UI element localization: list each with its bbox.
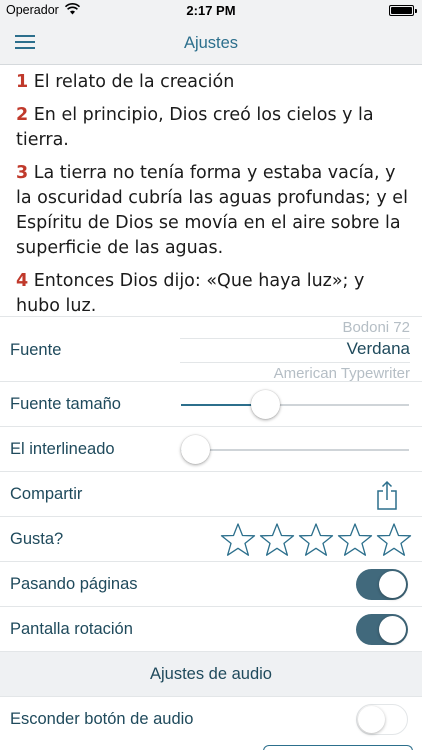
font-option[interactable]: Bodoni 72 (342, 319, 410, 336)
star-outline-icon[interactable] (220, 522, 256, 558)
hide-audio-toggle[interactable] (356, 704, 408, 735)
toggle-knob (358, 706, 385, 733)
verse: 2 En el principio, Dios creó los cielos … (16, 103, 412, 153)
navigation-bar: Ajustes (0, 20, 422, 65)
battery-icon (389, 5, 417, 16)
verse: 1 El relato de la creación (16, 70, 412, 95)
verse-text: El relato de la creación (28, 72, 235, 92)
font-option[interactable]: American Typewriter (274, 365, 410, 382)
verse-text: Entonces Dios dijo: «Que haya luz»; y hu… (16, 271, 365, 316)
picker-divider (180, 362, 410, 363)
star-outline-icon[interactable] (298, 522, 334, 558)
page-title: Ajustes (183, 34, 239, 52)
status-time: 2:17 PM (186, 3, 236, 18)
toggle-knob (379, 571, 406, 598)
rating-row: Gusta? (0, 516, 422, 561)
audio-section-header: Ajustes de audio (0, 651, 422, 696)
page-turn-toggle[interactable] (356, 569, 408, 600)
star-outline-icon[interactable] (376, 522, 412, 558)
font-size-row: Fuente tamaño (0, 381, 422, 426)
verse-number: 4 (16, 271, 29, 291)
page-turn-label: Pasando páginas (10, 575, 138, 593)
rotation-row: Pantalla rotación (0, 606, 422, 651)
font-label: Fuente (10, 341, 62, 359)
verse-preview: 1 El relato de la creación 2 En el princ… (0, 66, 422, 327)
verse-number: 3 (16, 163, 29, 183)
verse-text: La tierra no tenía forma y estaba vacía,… (16, 163, 408, 258)
verse-text: En el principio, Dios creó los cielos y … (16, 105, 374, 150)
status-bar: Operador 2:17 PM (0, 0, 422, 20)
hide-audio-row: Esconder botón de audio (0, 696, 422, 741)
font-picker[interactable]: Bodoni 72 Verdana American Typewriter (180, 317, 410, 382)
bottom-button-edge[interactable] (263, 745, 413, 750)
rating-label: Gusta? (10, 530, 64, 548)
verse-number: 1 (16, 72, 29, 92)
star-rating[interactable] (220, 522, 415, 558)
font-row: Fuente Bodoni 72 Verdana American Typewr… (0, 316, 422, 382)
share-label: Compartir (10, 485, 83, 503)
slider-thumb[interactable] (251, 390, 281, 419)
star-outline-icon[interactable] (259, 522, 295, 558)
verse-number: 2 (16, 105, 29, 125)
rotation-toggle[interactable] (356, 614, 408, 645)
star-outline-icon[interactable] (337, 522, 373, 558)
font-size-slider[interactable] (181, 390, 409, 419)
share-icon[interactable] (374, 480, 400, 510)
page-turn-row: Pasando páginas (0, 561, 422, 606)
toggle-knob (379, 616, 406, 643)
line-spacing-row: El interlineado (0, 426, 422, 471)
verse: 4 Entonces Dios dijo: «Que haya luz»; y … (16, 269, 412, 319)
verse: 3 La tierra no tenía forma y estaba vací… (16, 161, 412, 261)
font-size-label: Fuente tamaño (10, 395, 121, 413)
rotation-label: Pantalla rotación (10, 620, 133, 638)
slider-thumb[interactable] (180, 435, 210, 464)
hide-audio-label: Esconder botón de audio (10, 710, 194, 728)
line-spacing-slider[interactable] (180, 435, 409, 464)
settings-list: Fuente Bodoni 72 Verdana American Typewr… (0, 316, 422, 741)
share-row[interactable]: Compartir (0, 471, 422, 516)
line-spacing-label: El interlineado (10, 440, 115, 458)
font-option-selected[interactable]: Verdana (347, 339, 410, 359)
